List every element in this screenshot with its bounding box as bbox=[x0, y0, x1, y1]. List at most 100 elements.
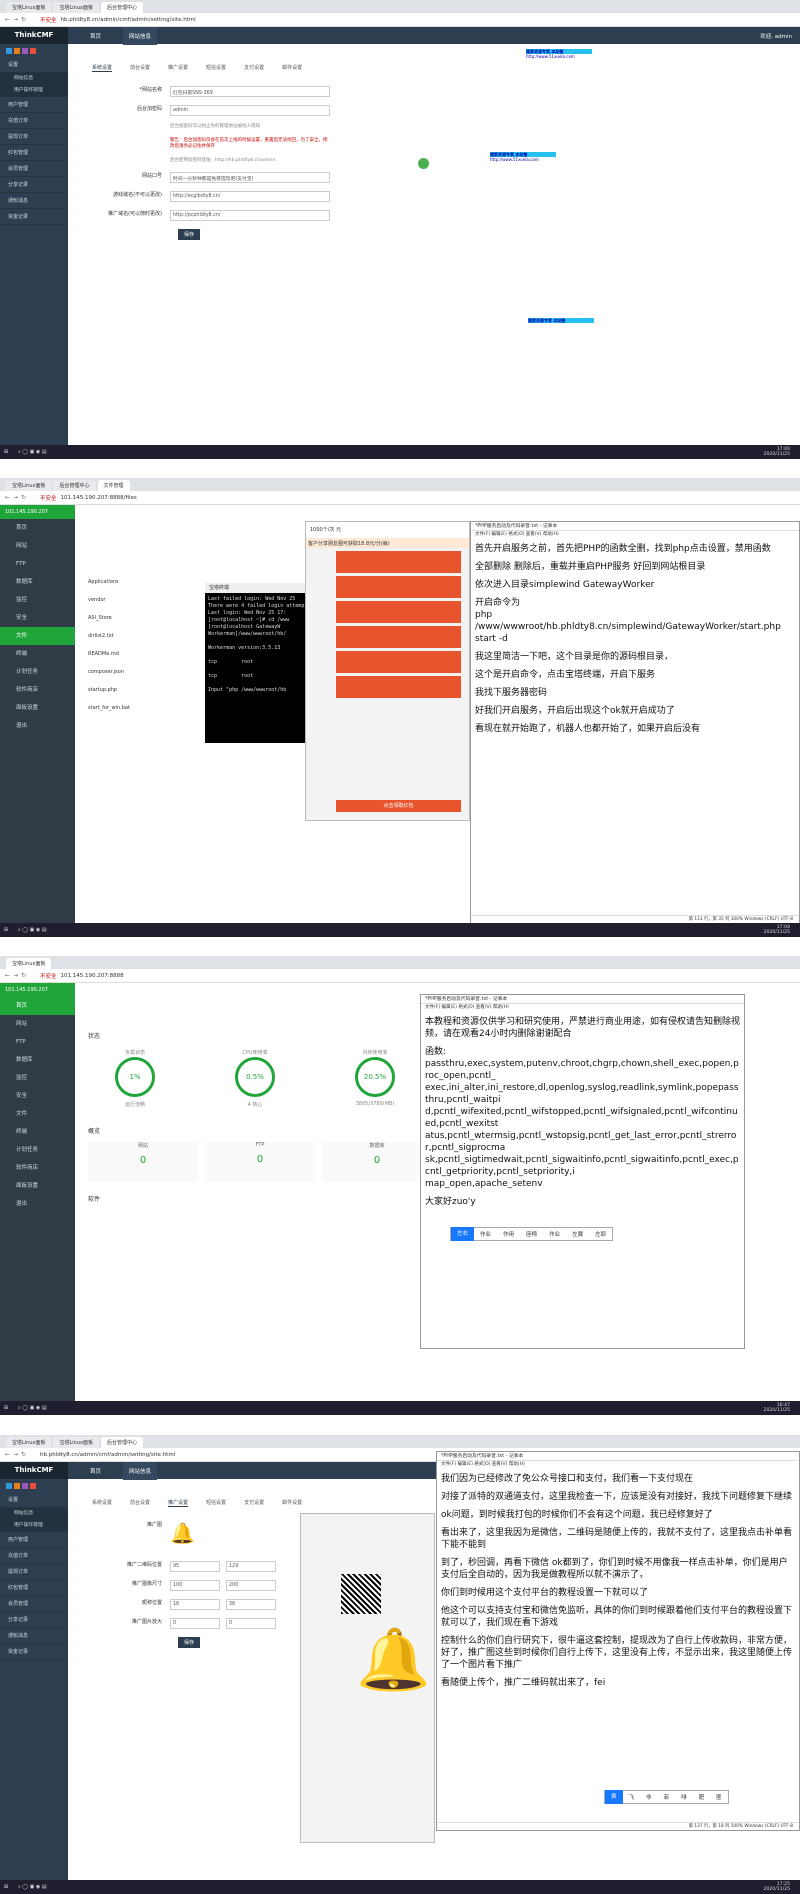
notepad-menu[interactable]: 文件(F) 编辑(E) 格式(O) 查看(V) 帮助(H) bbox=[437, 1461, 799, 1469]
tab-system[interactable]: 系统设置 bbox=[92, 64, 113, 72]
game-domain-input[interactable]: http://ecglbdty8.cn/ bbox=[170, 191, 330, 202]
tab[interactable]: 支付设置 bbox=[244, 1499, 264, 1507]
bt-nav-item[interactable]: 监控 bbox=[0, 1069, 75, 1087]
zoom-input-2[interactable]: 0 bbox=[226, 1618, 276, 1629]
bt-nav-item[interactable]: 计划任务 bbox=[0, 1141, 75, 1159]
sidebar-subitem[interactable]: 网站信息 bbox=[0, 1508, 68, 1520]
nick-x-input[interactable]: 18 bbox=[170, 1599, 220, 1610]
file-row[interactable]: READMe.md bbox=[88, 645, 208, 663]
bt-nav-item[interactable]: 安全 bbox=[0, 609, 75, 627]
red-packet[interactable] bbox=[336, 551, 461, 573]
notepad-text[interactable]: 首先开启服务之前，首先把PHP的函数全删，找到php点击设置，禁用函数 全部删除… bbox=[471, 539, 799, 745]
address-bar[interactable]: ←→↻ 不安全 101.145.190.207:8888/files bbox=[0, 491, 800, 505]
promo-domain-input[interactable]: http://pcphldty8.cn/ bbox=[170, 210, 330, 221]
color-swatch[interactable] bbox=[14, 1482, 20, 1489]
color-swatch[interactable] bbox=[30, 47, 36, 54]
bt-nav-item[interactable]: 网站 bbox=[0, 1015, 75, 1033]
sidebar-item[interactable]: 资金记录 bbox=[0, 209, 68, 225]
size-h-input[interactable]: 200 bbox=[226, 1580, 276, 1591]
slogan-input[interactable]: 时间一分秒钟都是免费提现吧(支付宝) bbox=[170, 172, 330, 183]
url-text[interactable]: 101.145.190.207:8888/files bbox=[61, 495, 137, 501]
nav-arrows-icon[interactable]: ←→↻ bbox=[5, 16, 29, 23]
stat-card[interactable]: 数据库 0 bbox=[322, 1142, 432, 1182]
color-swatch[interactable] bbox=[22, 1482, 28, 1489]
url-text[interactable]: hb.phldty8.cn/admin/cmf/admin/setting/si… bbox=[40, 1452, 175, 1458]
qr-x-input[interactable]: 95 bbox=[170, 1561, 220, 1572]
bt-nav-item[interactable]: 数据库 bbox=[0, 573, 75, 591]
nav-arrows-icon[interactable]: ←→↻ bbox=[5, 972, 29, 979]
red-packet[interactable] bbox=[336, 576, 461, 598]
bt-nav-item[interactable]: 面板设置 bbox=[0, 699, 75, 717]
sidebar-item[interactable]: 通知消息 bbox=[0, 193, 68, 209]
notepad-menu[interactable]: 文件(F) 编辑(E) 格式(O) 查看(V) 帮助(H) bbox=[471, 531, 799, 539]
tab[interactable]: 前台设置 bbox=[130, 64, 150, 72]
red-packet[interactable] bbox=[336, 601, 461, 623]
sidebar-item[interactable]: 分享记录 bbox=[0, 1612, 68, 1628]
address-bar[interactable]: ←→↻ 不安全 101.145.190.207:8888 bbox=[0, 969, 800, 983]
browser-tab-active[interactable]: 后台管理中心 bbox=[100, 2, 143, 13]
tab[interactable]: 前台设置 bbox=[130, 1499, 150, 1507]
bt-nav-item[interactable]: 文件 bbox=[0, 1105, 75, 1123]
bt-nav-item-files[interactable]: 文件 bbox=[0, 627, 75, 645]
stat-card[interactable]: FTP 0 bbox=[205, 1142, 315, 1182]
sidebar-item[interactable]: 提现订单 bbox=[0, 129, 68, 145]
sidebar-item[interactable]: 会员管理 bbox=[0, 161, 68, 177]
qr-y-input[interactable]: 129 bbox=[226, 1561, 276, 1572]
nav-arrows-icon[interactable]: ←→↻ bbox=[5, 1451, 29, 1458]
gauge-load[interactable]: 1% bbox=[115, 1057, 155, 1097]
tab[interactable]: 短信设置 bbox=[206, 64, 226, 72]
sidebar-item[interactable]: 用户管理 bbox=[0, 97, 68, 113]
file-row[interactable]: startup.php bbox=[88, 681, 208, 699]
bt-nav-item[interactable]: 安全 bbox=[0, 1087, 75, 1105]
nick-y-input[interactable]: 38 bbox=[226, 1599, 276, 1610]
color-swatch[interactable] bbox=[6, 47, 12, 54]
ime-candidates[interactable]: 左右 作业 作用 座椅 作业 左翼 左耶 bbox=[450, 1227, 614, 1241]
admin-code-input[interactable]: admin bbox=[170, 105, 330, 116]
file-row[interactable]: Applications bbox=[88, 573, 208, 591]
sidebar-subitem[interactable]: 网站信息 bbox=[0, 73, 68, 85]
sidebar-item[interactable]: 提现订单 bbox=[0, 1564, 68, 1580]
sidebar-item[interactable]: 红包管理 bbox=[0, 145, 68, 161]
bt-nav-item[interactable]: 面板设置 bbox=[0, 1177, 75, 1195]
windows-start-icon[interactable]: ⊞ bbox=[0, 449, 12, 455]
zoom-input[interactable]: 0 bbox=[170, 1618, 220, 1629]
user-menu[interactable]: 欢迎, admin bbox=[760, 32, 792, 40]
browser-tab[interactable]: 宝塔Linux面板 bbox=[6, 2, 52, 13]
save-button[interactable]: 保存 bbox=[178, 1637, 201, 1648]
sidebar-item[interactable]: 通知消息 bbox=[0, 1628, 68, 1644]
file-row[interactable]: dirlist2.txt bbox=[88, 627, 208, 645]
browser-tab-active[interactable]: 后台管理中心 bbox=[100, 1437, 143, 1448]
file-row[interactable]: start_for_win.bat bbox=[88, 699, 208, 717]
sidebar-item-settings[interactable]: 设置 bbox=[0, 57, 68, 73]
gauge-memory[interactable]: 20.5% bbox=[355, 1057, 395, 1097]
windows-start-icon[interactable]: ⊞ bbox=[0, 1884, 12, 1890]
top-menu-home[interactable]: 首页 bbox=[90, 1467, 101, 1475]
sidebar-item-settings[interactable]: 设置 bbox=[0, 1492, 68, 1508]
browser-tab[interactable]: 宝塔Linux面板 bbox=[6, 480, 52, 491]
taskbar-icons[interactable]: ⌕ ◯ ▣ ◉ ▤ bbox=[18, 1405, 47, 1411]
ime-candidates[interactable]: 费飞非菲啡肥匪 bbox=[604, 1790, 729, 1804]
red-packet[interactable] bbox=[336, 651, 461, 673]
tab[interactable]: 推广设置 bbox=[168, 64, 188, 72]
bt-nav-item[interactable]: 终端 bbox=[0, 1123, 75, 1141]
browser-tab-active[interactable]: 文件管理 bbox=[97, 480, 130, 491]
gauge-cpu[interactable]: 0.5% bbox=[235, 1057, 275, 1097]
bt-nav-item[interactable]: 退出 bbox=[0, 1195, 75, 1213]
sidebar-item[interactable]: 会员管理 bbox=[0, 1596, 68, 1612]
sidebar-item[interactable]: 资金记录 bbox=[0, 1644, 68, 1660]
bt-nav-item[interactable]: 计划任务 bbox=[0, 663, 75, 681]
save-button[interactable]: 保存 bbox=[178, 229, 201, 240]
bt-nav-item[interactable]: 退出 bbox=[0, 717, 75, 735]
tab[interactable]: 邮件设置 bbox=[282, 1499, 302, 1507]
file-row[interactable]: composer.json bbox=[88, 663, 208, 681]
tab[interactable]: 系统设置 bbox=[92, 1499, 112, 1507]
color-swatch[interactable] bbox=[30, 1482, 36, 1489]
file-row[interactable]: vendor bbox=[88, 591, 208, 609]
bt-nav-item[interactable]: 软件商店 bbox=[0, 1159, 75, 1177]
top-menu-site[interactable]: 网站信息 bbox=[123, 26, 158, 45]
nav-arrows-icon[interactable]: ←→↻ bbox=[5, 494, 29, 501]
address-bar[interactable]: ←→↻ 不安全 hb.phldty8.cn/admin/cmf/admin/se… bbox=[0, 13, 800, 27]
bt-nav-item[interactable]: 监控 bbox=[0, 591, 75, 609]
red-packet[interactable] bbox=[336, 676, 461, 698]
sidebar-item[interactable]: 红包管理 bbox=[0, 1580, 68, 1596]
